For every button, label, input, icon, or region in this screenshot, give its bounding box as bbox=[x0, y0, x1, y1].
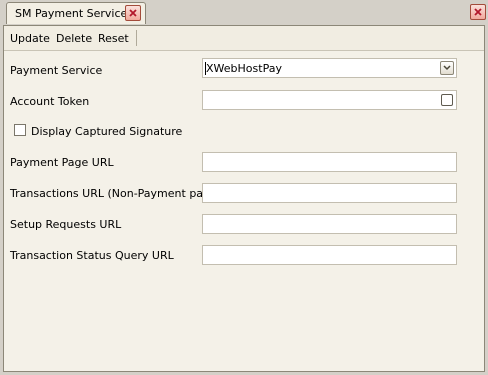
display-signature-checkbox[interactable] bbox=[14, 124, 26, 136]
setup-requests-url-input[interactable] bbox=[202, 214, 457, 234]
payment-services-panel: Update Delete Reset Payment Service XWeb… bbox=[3, 25, 485, 372]
chevron-down-icon bbox=[443, 65, 451, 71]
delete-button[interactable]: Delete bbox=[56, 32, 92, 45]
reset-button[interactable]: Reset bbox=[98, 32, 129, 45]
account-token-checkbox[interactable] bbox=[441, 94, 453, 106]
payment-page-url-input[interactable] bbox=[202, 152, 457, 172]
close-icon bbox=[129, 9, 137, 17]
tab-sm-payment-services[interactable]: SM Payment Services bbox=[6, 2, 146, 24]
setup-requests-url-label: Setup Requests URL bbox=[10, 218, 122, 231]
tab-strip: SM Payment Services bbox=[0, 0, 488, 25]
tab-close-button[interactable] bbox=[125, 5, 141, 21]
window-close-button[interactable] bbox=[470, 4, 486, 20]
display-signature-label: Display Captured Signature bbox=[31, 125, 183, 138]
payment-service-label: Payment Service bbox=[10, 64, 103, 77]
payment-service-select[interactable]: XWebHostPay bbox=[202, 58, 457, 78]
transactions-url-input[interactable] bbox=[202, 183, 457, 203]
update-button[interactable]: Update bbox=[10, 32, 50, 45]
payment-service-value: XWebHostPay bbox=[206, 62, 282, 75]
toolbar-separator bbox=[136, 30, 137, 46]
account-token-label: Account Token bbox=[10, 95, 90, 108]
transactions-url-label: Transactions URL (Non-Payment page) bbox=[10, 187, 222, 200]
transaction-status-url-label: Transaction Status Query URL bbox=[10, 249, 174, 262]
transaction-status-url-input[interactable] bbox=[202, 245, 457, 265]
payment-page-url-label: Payment Page URL bbox=[10, 156, 114, 169]
toolbar: Update Delete Reset bbox=[4, 26, 484, 51]
tab-title: SM Payment Services bbox=[15, 7, 134, 20]
account-token-field[interactable] bbox=[202, 90, 457, 110]
payment-service-dropdown-button[interactable] bbox=[440, 61, 454, 75]
close-icon bbox=[474, 8, 482, 16]
